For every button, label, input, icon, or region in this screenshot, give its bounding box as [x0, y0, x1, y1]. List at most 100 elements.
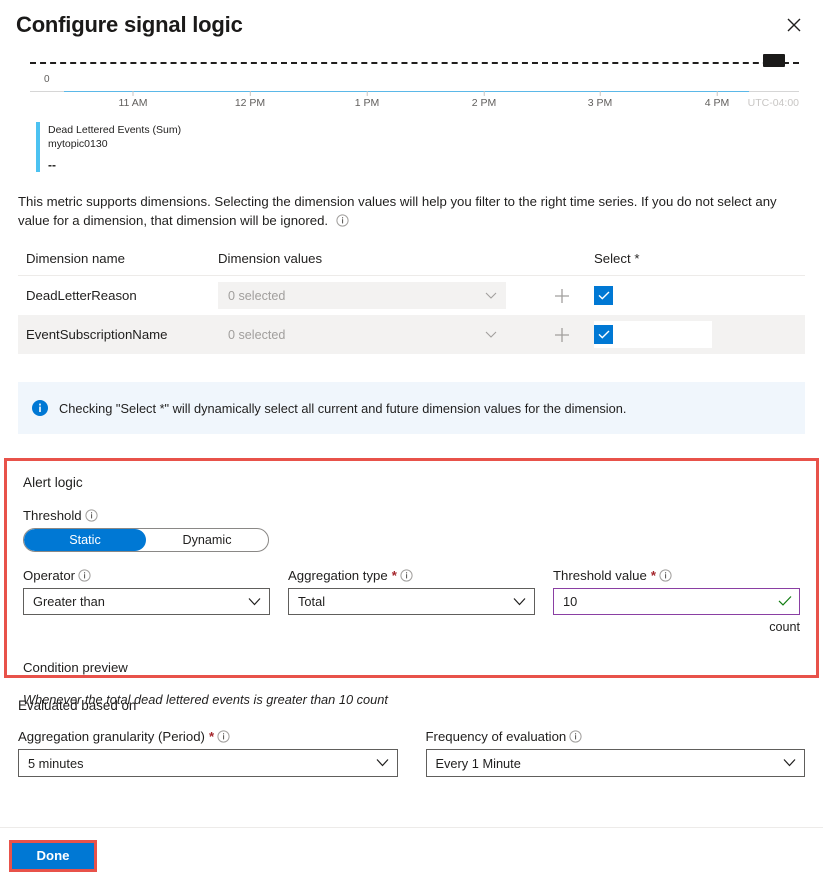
chevron-down-icon: [248, 594, 261, 609]
y-axis-zero-label: 0: [44, 74, 50, 85]
chart-plot-area: 0 11 AM 12 PM 1 PM 2 PM 3 PM 4 PM UTC-04…: [30, 46, 799, 114]
blade-header: Configure signal logic: [0, 0, 823, 46]
required-asterisk: *: [208, 729, 215, 744]
dimensions-section: This metric supports dimensions. Selecti…: [0, 192, 823, 354]
threshold-value-label: Threshold value: [553, 568, 647, 583]
chevron-down-icon: [485, 289, 497, 303]
threshold-dashed-line: [30, 62, 799, 64]
info-icon[interactable]: [659, 568, 672, 583]
aggregation-type-label: Aggregation type: [288, 568, 388, 583]
x-tick: 12 PM: [235, 91, 265, 109]
condition-preview-text: Whenever the total dead lettered events …: [23, 692, 388, 707]
column-header-dimension-values: Dimension values: [218, 251, 323, 266]
column-header-dimension-name: Dimension name: [26, 251, 125, 266]
close-icon: [787, 18, 801, 32]
condition-preview-label: Condition preview: [23, 660, 128, 675]
info-banner-text: Checking "Select *" will dynamically sel…: [59, 400, 627, 416]
threshold-option-dynamic[interactable]: Dynamic: [146, 529, 268, 551]
x-tick: 3 PM: [587, 91, 613, 109]
tick-mark: [599, 91, 601, 96]
column-header-select: Select *: [594, 251, 640, 266]
frequency-value: Every 1 Minute: [435, 755, 521, 771]
alert-logic-fields: Operator Greater than Aggregation type *…: [23, 568, 800, 634]
legend-current-value: --: [48, 158, 56, 172]
add-dimension-value-cell: [548, 282, 594, 310]
threshold-label: Threshold: [23, 508, 82, 523]
tick-mark: [483, 91, 485, 96]
dimension-name: EventSubscriptionName: [26, 327, 168, 342]
operator-label: Operator: [23, 568, 76, 583]
dimensions-description: This metric supports dimensions. Selecti…: [18, 192, 805, 232]
info-icon[interactable]: [217, 729, 230, 744]
table-row: EventSubscriptionName 0 selected: [18, 315, 805, 354]
operator-label-row: Operator: [23, 568, 270, 583]
tick-label: 2 PM: [471, 97, 497, 109]
dimension-values-dropdown[interactable]: 0 selected: [218, 321, 506, 348]
close-button[interactable]: [779, 10, 809, 40]
info-icon[interactable]: [400, 568, 413, 583]
required-asterisk: *: [650, 568, 656, 583]
tick-label: 4 PM: [704, 97, 730, 109]
dimensions-table: Dimension name Dimension values Select *…: [18, 248, 805, 354]
dimension-values-placeholder: 0 selected: [228, 288, 286, 303]
done-button[interactable]: Done: [12, 842, 94, 869]
info-icon[interactable]: [85, 508, 98, 523]
table-header-row: Dimension name Dimension values Select *: [18, 248, 805, 276]
x-axis-ticks: 11 AM 12 PM 1 PM 2 PM 3 PM 4 PM UTC-04:0…: [30, 91, 799, 113]
granularity-label-row: Aggregation granularity (Period) *: [18, 729, 398, 744]
evaluated-fields: Aggregation granularity (Period) * 5 min…: [18, 729, 805, 777]
table-row: DeadLetterReason 0 selected: [18, 276, 805, 315]
add-dimension-value-cell: [548, 321, 594, 349]
add-button[interactable]: [548, 321, 576, 349]
aggregation-type-dropdown[interactable]: Total: [288, 588, 535, 615]
granularity-dropdown[interactable]: 5 minutes: [18, 749, 398, 777]
threshold-value-text: 10: [563, 594, 578, 609]
info-icon[interactable]: [78, 568, 91, 583]
threshold-option-static[interactable]: Static: [24, 529, 146, 551]
dimension-name: DeadLetterReason: [26, 288, 137, 303]
operator-dropdown[interactable]: Greater than: [23, 588, 270, 615]
select-all-cell: [594, 286, 805, 305]
threshold-value-input-wrap[interactable]: 10: [553, 588, 800, 615]
threshold-value-field: Threshold value * 10 count: [553, 568, 800, 634]
select-all-checkbox[interactable]: [594, 325, 613, 344]
tick-mark: [249, 91, 251, 96]
tick-label: 12 PM: [234, 97, 266, 109]
redacted-region: [763, 54, 785, 67]
required-asterisk: *: [391, 568, 397, 583]
chevron-down-icon: [783, 756, 796, 771]
threshold-label-row: Threshold: [23, 508, 800, 523]
threshold-type-toggle[interactable]: Static Dynamic: [23, 528, 269, 552]
timezone-label: UTC-04:00: [747, 97, 799, 109]
threshold-value-label-row: Threshold value *: [553, 568, 800, 583]
aggregation-type-label-row: Aggregation type *: [288, 568, 535, 583]
select-all-checkbox[interactable]: [594, 286, 613, 305]
aggregation-type-value: Total: [298, 594, 326, 609]
aggregation-type-field: Aggregation type * Total: [288, 568, 535, 634]
select-all-cell: [594, 321, 805, 348]
frequency-dropdown[interactable]: Every 1 Minute: [425, 749, 805, 777]
frequency-label-row: Frequency of evaluation: [426, 729, 806, 744]
alert-logic-section: Alert logic Threshold Static Dynamic Ope…: [4, 458, 819, 707]
info-icon[interactable]: [336, 213, 349, 232]
info-icon[interactable]: [569, 729, 582, 744]
operator-field: Operator Greater than: [23, 568, 270, 634]
x-tick: 4 PM: [704, 91, 730, 109]
add-button[interactable]: [548, 282, 576, 310]
operator-value: Greater than: [33, 594, 105, 609]
info-banner: Checking "Select *" will dynamically sel…: [18, 382, 805, 434]
chevron-down-icon: [376, 756, 389, 771]
tick-label: 3 PM: [587, 97, 613, 109]
dimension-values-dropdown[interactable]: 0 selected: [218, 282, 506, 309]
done-button-annotation: Done: [9, 839, 97, 872]
granularity-field: Aggregation granularity (Period) * 5 min…: [18, 729, 398, 777]
tick-mark: [366, 91, 368, 96]
legend-color-bar: [36, 122, 40, 172]
threshold-unit-label: count: [769, 620, 800, 634]
tick-label: 1 PM: [354, 97, 380, 109]
evaluated-section: Evaluated based on Aggregation granulari…: [0, 698, 823, 777]
chart-legend: Dead Lettered Events (Sum) mytopic0130 -…: [36, 122, 805, 172]
checkmark-valid-icon: [778, 594, 792, 609]
x-tick: 1 PM: [354, 91, 380, 109]
x-tick: 2 PM: [471, 91, 497, 109]
